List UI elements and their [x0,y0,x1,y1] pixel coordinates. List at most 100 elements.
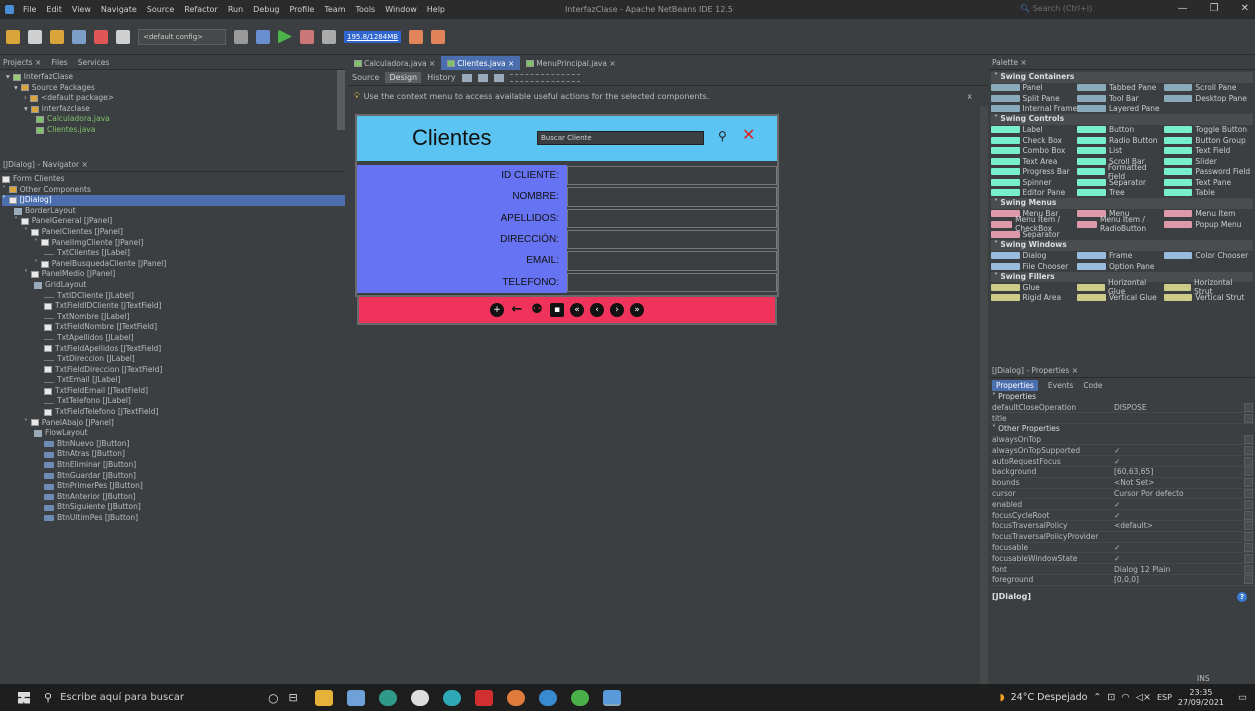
weather-icon[interactable]: ◗ [1000,692,1005,703]
first-button[interactable]: « [570,303,584,317]
chevron-down-icon[interactable]: ˅ [34,259,38,270]
palette-item[interactable]: Menu Item / RadioButton [1077,215,1163,233]
palette-item[interactable]: Password Field [1163,167,1250,176]
palette-item[interactable]: Scroll Pane [1163,83,1250,92]
palette-item[interactable]: Internal Frame [991,104,1077,113]
save-all-icon[interactable] [72,29,86,44]
new-file-icon[interactable] [28,29,42,44]
palette-item[interactable]: Text Pane [1163,178,1250,187]
palette-item[interactable]: Button Group [1163,136,1250,145]
clean-build-icon[interactable] [256,29,270,44]
tree-file-calculadora[interactable]: Calculadora.java [4,114,341,125]
menu-file[interactable]: File [18,5,41,14]
back-button[interactable]: ← [510,303,524,317]
palette-item[interactable]: Progress Bar [991,167,1077,176]
tab-files[interactable]: Files [51,58,67,67]
navigator-item[interactable]: TxtFieldApellidos [JTextField] [2,344,345,355]
menu-view[interactable]: View [67,5,96,14]
cortana-icon[interactable]: ○ [268,691,278,705]
property-value[interactable]: Cursor Por defecto [1114,489,1244,498]
menu-window[interactable]: Window [380,5,422,14]
palette-item[interactable]: Vertical Strut [1163,293,1250,302]
input-direccion[interactable] [567,229,777,250]
property-value[interactable]: ✓ [1114,543,1244,552]
search-box[interactable]: 🔍︎ Search (Ctrl+I) [1020,4,1130,16]
navigator-item[interactable]: ˅ Other Components [2,185,345,196]
tree-scrollbar[interactable] [337,70,345,130]
app3-icon[interactable] [570,689,589,706]
connection-mode-icon[interactable] [477,73,488,82]
media-icon[interactable] [474,689,493,706]
palette-item[interactable]: Button [1077,125,1163,134]
tab-services[interactable]: Services [78,58,110,67]
volume-icon[interactable]: ◁× [1136,692,1151,703]
property-editor-button[interactable] [1244,402,1253,412]
menu-tools[interactable]: Tools [351,5,381,14]
property-editor-button[interactable] [1244,564,1253,574]
tree-source-packages[interactable]: ▾ Source Packages [4,83,341,94]
network-icon[interactable]: ⊡ [1107,692,1115,703]
navigator-item[interactable]: ˅ PanelAbajo [JPanel] [2,418,345,429]
property-value[interactable]: Dialog 12 Plain [1114,565,1244,574]
palette-item[interactable]: Check Box [991,136,1077,145]
clock[interactable]: 23:35 27/09/2021 [1178,688,1224,708]
palette-item[interactable]: Combo Box [991,146,1077,155]
xbox-icon[interactable] [410,689,429,706]
navigator-item[interactable]: BtnNuevo [JButton] [2,439,345,450]
tray-chevron-icon[interactable]: ⌃ [1093,692,1101,703]
menu-source[interactable]: Source [142,5,179,14]
property-editor-button[interactable] [1244,532,1253,542]
palette-item[interactable]: Vertical Glue [1077,293,1163,302]
property-editor-button[interactable] [1244,553,1253,563]
navigator-item[interactable]: TxtIDCliente [JLabel] [2,291,345,302]
open-project-icon[interactable] [50,29,64,44]
property-value[interactable]: <default> [1114,521,1244,530]
palette-item[interactable]: Color Chooser [1163,251,1250,260]
palette-item[interactable]: Text Area [991,157,1077,166]
palette-item[interactable]: Dialog [991,251,1077,260]
delete-user-button[interactable]: ⚉ [530,303,544,317]
property-row[interactable]: bounds <Not Set> [989,478,1255,489]
file-explorer-icon[interactable] [314,689,333,706]
gc-profile-icon[interactable] [431,29,446,44]
navigator-item[interactable]: Form Clientes [2,174,345,185]
input-email[interactable] [567,251,777,271]
input-telefono[interactable] [567,272,777,292]
save-button[interactable]: ▪ [550,303,564,317]
redo-icon[interactable] [116,29,130,44]
navigator-item[interactable]: TxtFieldNombre [JTextField] [2,322,345,333]
next-button[interactable]: › [610,303,624,317]
property-row[interactable]: autoRequestFocus ✓ [989,456,1255,467]
tab-projects[interactable]: Projects × [3,58,41,67]
property-row[interactable]: font Dialog 12 Plain [989,564,1255,575]
input-apellidos[interactable] [567,208,777,228]
tab-menuprincipal[interactable]: MenuPrincipal.java × [520,56,621,70]
gc-icon[interactable] [409,29,424,44]
navigator-item[interactable]: BtnSiguiente [JButton] [2,502,345,513]
input-id-cliente[interactable] [567,166,777,186]
property-row[interactable]: enabled ✓ [989,499,1255,511]
navigator-item[interactable]: ˅ PanelClientes [JPanel] [2,227,345,238]
chevron-down-icon[interactable]: ˅ [14,216,18,227]
tab-properties[interactable]: Properties [992,379,1038,391]
property-value[interactable]: ✓ [1114,500,1244,509]
palette-item[interactable]: Split Pane [991,94,1077,103]
property-row[interactable]: cursor Cursor Por defecto [989,488,1255,500]
previous-button[interactable]: ‹ [590,303,604,317]
task-view-icon[interactable]: ⊟ [289,691,298,704]
menu-help[interactable]: Help [422,5,450,14]
palette-item[interactable]: Rigid Area [991,293,1077,302]
navigator-item[interactable]: BtnAnterior [JButton] [2,492,345,503]
palette-item[interactable]: Layered Pane [1077,104,1163,113]
property-row[interactable]: defaultCloseOperation DISPOSE [989,402,1255,414]
align-icons[interactable] [509,73,580,82]
property-value[interactable]: DISPOSE [1114,403,1244,412]
tab-clientes[interactable]: Clientes.java × [441,56,521,70]
navigator-item[interactable]: TxtTelefono [JLabel] [2,396,345,407]
close-icon[interactable]: ✕ [742,125,755,144]
property-value[interactable]: [60,63,65] [1114,467,1244,476]
menu-team[interactable]: Team [319,5,350,14]
property-editor-button[interactable] [1244,445,1253,455]
language-indicator[interactable]: ESP [1157,693,1172,702]
navigator-item[interactable]: TxtEmail [JLabel] [2,375,345,386]
